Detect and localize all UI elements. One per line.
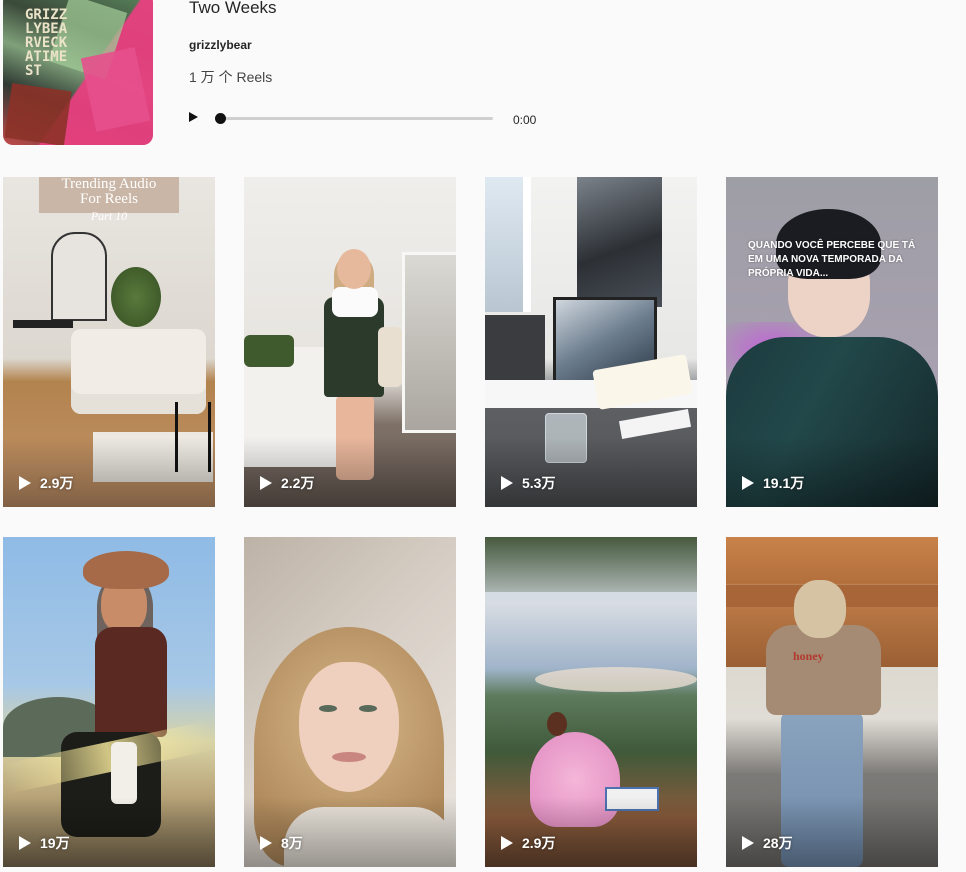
banner-line: Part 10: [90, 209, 128, 223]
thumb-shape: [485, 537, 697, 592]
play-icon: [19, 476, 31, 490]
reel-tile[interactable]: honey 28万: [726, 537, 938, 867]
reel-banner: Trending Audio For Reels Part 10: [39, 177, 179, 223]
view-count: 28万: [742, 833, 793, 853]
play-icon: [742, 836, 754, 850]
thumb-shade: [726, 797, 938, 867]
thumb-shape: [299, 662, 399, 792]
sweater-text: honey: [793, 649, 824, 663]
view-count-text: 2.9万: [40, 475, 74, 491]
thumb-shape: [319, 705, 337, 712]
play-icon: [260, 836, 272, 850]
view-count: 19.1万: [742, 473, 804, 493]
thumb-shape: [359, 705, 377, 712]
thumb-shape: [618, 409, 692, 439]
cover-text: GRIZZLYBEARVECKATIMEST: [25, 7, 68, 79]
banner-line: For Reels: [80, 191, 138, 207]
thumb-shape: [51, 232, 107, 321]
view-count-text: 5.3万: [522, 475, 556, 491]
thumb-shape: [535, 667, 697, 692]
thumb-shape: [577, 177, 662, 307]
thumb-shade: [244, 797, 456, 867]
view-count: 2.9万: [501, 833, 555, 853]
audio-page: GRIZZLYBEARVECKATIMEST Two Weeks grizzly…: [0, 0, 966, 872]
thumb-shape: [378, 327, 402, 387]
view-count: 2.2万: [260, 473, 314, 493]
view-count: 5.3万: [501, 473, 555, 493]
thumb-shape: [766, 625, 881, 715]
view-count: 19万: [19, 833, 70, 853]
view-count: 8万: [260, 833, 303, 853]
reel-tile[interactable]: QUANDO VOCÊ PERCEBE QUE TÁ EM UMA NOVA T…: [726, 177, 938, 507]
view-count-text: 2.2万: [281, 475, 315, 491]
thumb-shape: [111, 742, 137, 804]
thumb-shape: [332, 752, 366, 762]
cover-art-shape: [80, 47, 151, 132]
view-count-text: 28万: [763, 835, 793, 851]
album-cover[interactable]: GRIZZLYBEARVECKATIMEST: [3, 0, 153, 145]
view-count-text: 2.9万: [522, 835, 556, 851]
thumb-shade: [485, 797, 697, 867]
thumb-shade: [485, 437, 697, 507]
thumb-shape: [13, 320, 73, 328]
play-icon: [501, 836, 513, 850]
thumb-shade: [244, 437, 456, 507]
reels-count: 1 万 个 Reels: [189, 69, 273, 85]
audio-time: 0:00: [513, 113, 537, 127]
thumb-shape: [485, 315, 545, 385]
cover-art-shape: [4, 83, 72, 145]
reel-tile[interactable]: Trending Audio For Reels Part 10 2.9万: [3, 177, 215, 507]
thumb-shape: [547, 712, 567, 736]
thumb-shape: [332, 287, 378, 317]
thumb-shape: [402, 252, 456, 433]
artist-link[interactable]: grizzlybear: [189, 38, 252, 52]
play-icon: [501, 476, 513, 490]
thumb-shape: [111, 267, 161, 327]
audio-progress-track[interactable]: [219, 117, 493, 120]
reel-tile[interactable]: 19万: [3, 537, 215, 867]
thumb-shape: [244, 335, 294, 367]
reel-tile[interactable]: 5.3万: [485, 177, 697, 507]
reel-tile[interactable]: 8万: [244, 537, 456, 867]
thumb-shape: [337, 249, 371, 289]
play-icon: [260, 476, 272, 490]
thumb-shade: [3, 797, 215, 867]
view-count: 2.9万: [19, 473, 73, 493]
thumb-shape: [95, 627, 167, 737]
audio-progress-knob[interactable]: [215, 113, 226, 124]
thumb-shape: [485, 177, 531, 312]
reel-tile[interactable]: 2.2万: [244, 177, 456, 507]
thumb-shade: [3, 437, 215, 507]
audio-title: Two Weeks: [189, 0, 277, 17]
reel-caption: QUANDO VOCÊ PERCEBE QUE TÁ EM UMA NOVA T…: [748, 240, 916, 279]
thumb-shade: [726, 437, 938, 507]
view-count-text: 19万: [40, 835, 70, 851]
thumb-shape: [794, 580, 846, 638]
reel-tile[interactable]: 2.9万: [485, 537, 697, 867]
view-count-text: 19.1万: [763, 475, 805, 491]
play-icon[interactable]: [189, 112, 198, 122]
view-count-text: 8万: [281, 835, 303, 851]
thumb-shape: [83, 551, 169, 589]
play-icon: [19, 836, 31, 850]
banner-line: Trending Audio: [61, 177, 157, 192]
play-icon: [742, 476, 754, 490]
